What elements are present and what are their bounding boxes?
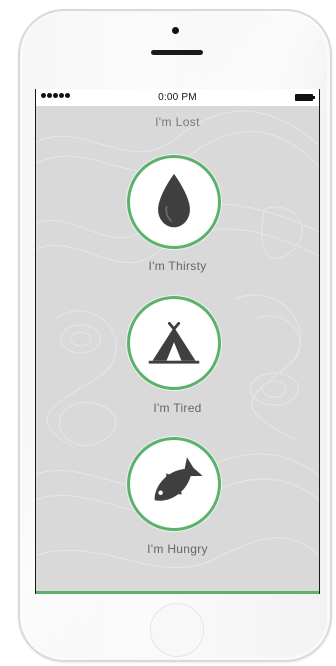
hungry-button[interactable] [127, 437, 221, 531]
status-time: 0:00 PM [158, 92, 197, 103]
hungry-label: I'm Hungry [147, 542, 208, 556]
front-camera-icon [172, 27, 179, 34]
tired-button[interactable] [127, 296, 221, 390]
status-bar: 0:00 PM [36, 89, 319, 106]
fish-icon [154, 457, 203, 501]
thirsty-label: I'm Thirsty [148, 259, 207, 273]
app-screen: 0:00 PM I'm Lost I'm Thirsty I'm Tired I… [35, 89, 320, 594]
thirsty-button[interactable] [127, 155, 221, 249]
speaker-grille [151, 50, 203, 55]
water-drop-icon [158, 173, 190, 228]
mockup-stage: 0:00 PM I'm Lost I'm Thirsty I'm Tired I… [0, 0, 336, 666]
page-title: I'm Lost [155, 115, 200, 129]
battery-icon [295, 94, 315, 101]
home-button[interactable] [150, 603, 204, 657]
tent-icon [148, 321, 200, 364]
tired-label: I'm Tired [153, 401, 202, 415]
bottom-accent-bar [36, 591, 319, 594]
